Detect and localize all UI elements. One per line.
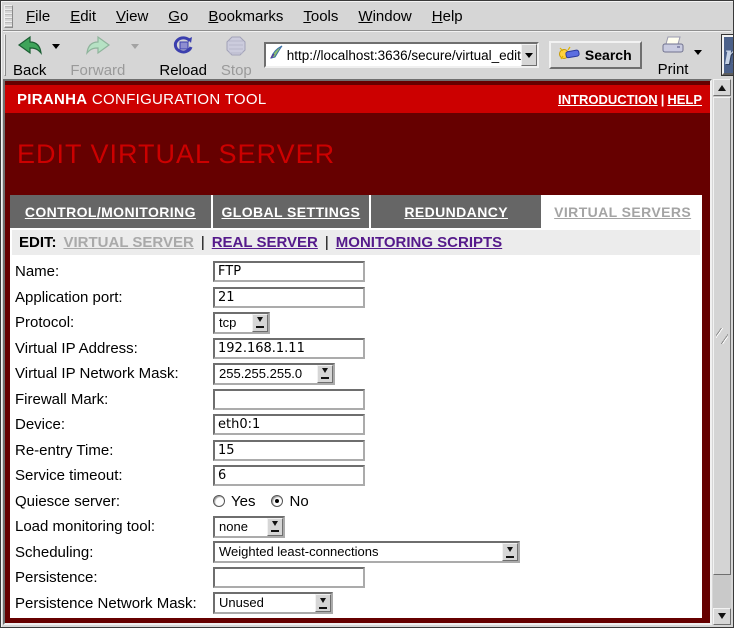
- scheduling-select[interactable]: Weighted least-connections: [213, 541, 520, 563]
- search-button[interactable]: Search: [549, 41, 642, 69]
- help-link[interactable]: HELP: [667, 92, 702, 107]
- mozilla-logo-button[interactable]: m: [722, 35, 734, 75]
- scroll-up-button[interactable]: [713, 79, 731, 96]
- scrollbar-thumb[interactable]: [713, 97, 731, 575]
- form-row: Persistence Network Mask: Unused: [15, 591, 702, 617]
- form-row: Persistence:: [15, 565, 702, 591]
- firewall-mark-field[interactable]: [213, 389, 365, 410]
- virtual-ip-address-field[interactable]: [213, 338, 365, 359]
- form-row: Load monitoring tool: none: [15, 514, 702, 540]
- load-monitoring-tool-select[interactable]: none: [213, 516, 285, 538]
- quiesce-server-radio-group: Yes No: [213, 493, 319, 510]
- forward-icon: [85, 35, 111, 61]
- select-arrow-icon: [267, 518, 283, 536]
- vertical-scrollbar[interactable]: [713, 79, 731, 625]
- quiesce-no-radio[interactable]: [271, 495, 283, 507]
- print-dropdown-icon[interactable]: [694, 50, 702, 59]
- tab-control-monitoring[interactable]: CONTROL/MONITORING: [10, 195, 211, 228]
- form-row: Virtual IP Network Mask: 255.255.255.0: [15, 361, 702, 387]
- stop-icon: [226, 35, 246, 61]
- select-arrow-icon: [252, 314, 268, 332]
- tab-global-settings[interactable]: GLOBAL SETTINGS: [213, 195, 369, 228]
- url-dropdown-button[interactable]: [521, 44, 537, 66]
- menu-bar: File Edit View Go Bookmarks Tools Window…: [3, 3, 731, 31]
- print-icon: [660, 35, 686, 60]
- page-viewport: PIRANHA CONFIGURATION TOOL INTRODUCTION|…: [3, 79, 712, 625]
- scroll-down-button[interactable]: [713, 608, 731, 625]
- mozilla-m-icon: m: [724, 40, 734, 70]
- forward-dropdown-icon[interactable]: [131, 44, 139, 53]
- back-dropdown-icon[interactable]: [52, 44, 60, 53]
- form-row: Name:: [15, 259, 702, 285]
- chevron-down-icon: [525, 53, 533, 62]
- application-port-field[interactable]: [213, 287, 365, 308]
- stop-button[interactable]: Stop: [217, 34, 256, 76]
- subnav-real-server-link[interactable]: REAL SERVER: [212, 234, 318, 251]
- subnav-monitoring-scripts-link[interactable]: MONITORING SCRIPTS: [336, 234, 502, 251]
- virtual-server-form: Name: Application port: Protocol: tcp Vi…: [10, 255, 702, 618]
- device-field[interactable]: [213, 414, 365, 435]
- piranha-header-band: PIRANHA CONFIGURATION TOOL INTRODUCTION|…: [5, 85, 710, 113]
- form-row: Application port:: [15, 285, 702, 311]
- print-button[interactable]: Print: [654, 34, 693, 76]
- select-arrow-icon: [317, 365, 333, 383]
- navigation-toolbar: Back Forward Reload Stop http:: [3, 32, 731, 78]
- virtual-ip-netmask-select[interactable]: 255.255.255.0: [213, 363, 335, 385]
- tab-redundancy[interactable]: REDUNDANCY: [371, 195, 541, 228]
- persistence-netmask-select[interactable]: Unused: [213, 592, 333, 614]
- form-row: Protocol: tcp: [15, 310, 702, 336]
- form-row: Firewall Mark:: [15, 387, 702, 413]
- protocol-select[interactable]: tcp: [213, 312, 270, 334]
- page-title: EDIT VIRTUAL SERVER: [17, 139, 335, 170]
- header-links: INTRODUCTION|HELP: [558, 92, 702, 107]
- content-table: CONTROL/MONITORING GLOBAL SETTINGS REDUN…: [10, 195, 702, 618]
- thumb-grip-icon: [716, 328, 728, 344]
- tab-bar: CONTROL/MONITORING GLOBAL SETTINGS REDUN…: [10, 195, 702, 228]
- subnav-virtual-server-link[interactable]: VIRTUAL SERVER: [64, 234, 194, 251]
- introduction-link[interactable]: INTRODUCTION: [558, 92, 658, 107]
- form-row: Device:: [15, 412, 702, 438]
- menu-edit[interactable]: Edit: [60, 4, 106, 30]
- reload-button[interactable]: Reload: [155, 34, 211, 76]
- toolbar-grippy[interactable]: [4, 5, 13, 28]
- reload-icon: [171, 35, 195, 61]
- menu-tools[interactable]: Tools: [293, 4, 348, 30]
- toolbar-grippy[interactable]: [4, 34, 6, 76]
- menu-view[interactable]: View: [106, 4, 158, 30]
- service-timeout-field[interactable]: [213, 465, 365, 486]
- tab-virtual-servers[interactable]: VIRTUAL SERVERS: [543, 195, 702, 228]
- arrow-up-icon: [718, 81, 726, 91]
- form-row: Re-entry Time:: [15, 438, 702, 464]
- app-title: PIRANHA CONFIGURATION TOOL: [17, 91, 267, 108]
- form-row: Quiesce server: Yes No: [15, 489, 702, 515]
- menu-help[interactable]: Help: [422, 4, 473, 30]
- menu-go[interactable]: Go: [158, 4, 198, 30]
- url-bar[interactable]: http://localhost:3636/secure/virtual_edi…: [264, 42, 539, 68]
- quiesce-yes-radio[interactable]: [213, 495, 225, 507]
- edit-subnav: EDIT: VIRTUAL SERVER | REAL SERVER | MON…: [12, 230, 700, 255]
- arrow-down-icon: [718, 613, 726, 623]
- name-field[interactable]: [213, 261, 365, 282]
- search-flashlight-icon: [559, 45, 581, 66]
- forward-button[interactable]: Forward: [66, 34, 129, 76]
- select-arrow-icon: [315, 594, 331, 612]
- persistence-field[interactable]: [213, 567, 365, 588]
- bookmark-quill-icon: [269, 45, 284, 65]
- menu-bookmarks[interactable]: Bookmarks: [198, 4, 293, 30]
- menu-file[interactable]: File: [16, 4, 60, 30]
- form-row: Virtual IP Address:: [15, 336, 702, 362]
- re-entry-time-field[interactable]: [213, 440, 365, 461]
- back-icon: [17, 35, 43, 61]
- menu-window[interactable]: Window: [348, 4, 421, 30]
- url-text[interactable]: http://localhost:3636/secure/virtual_edi…: [287, 48, 521, 63]
- select-arrow-icon: [502, 543, 518, 561]
- back-button[interactable]: Back: [9, 34, 50, 76]
- form-row: Service timeout:: [15, 463, 702, 489]
- browser-window: File Edit View Go Bookmarks Tools Window…: [0, 0, 734, 628]
- form-row: Scheduling: Weighted least-connections: [15, 540, 702, 566]
